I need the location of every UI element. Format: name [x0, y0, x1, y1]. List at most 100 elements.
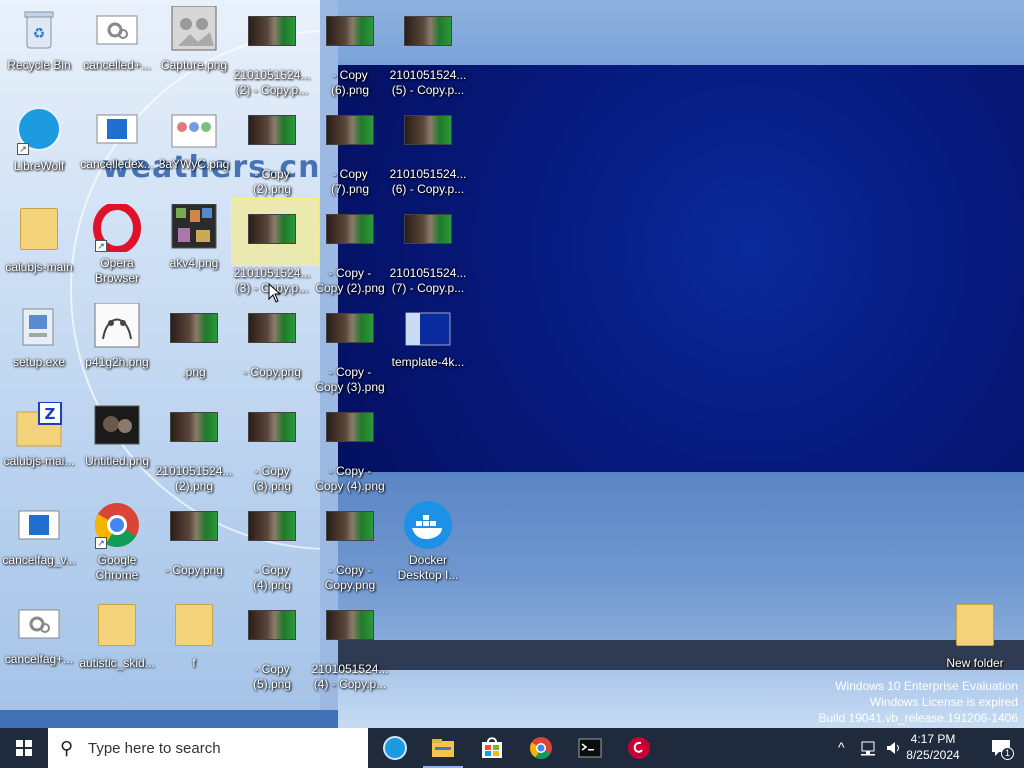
- image-thumbnail-icon: [248, 511, 296, 559]
- icon-label: cancelledex...: [80, 157, 154, 171]
- image-thumbnail-icon: [404, 16, 452, 64]
- desktop-icon-image[interactable]: - Copy.png: [233, 303, 311, 380]
- desktop-icon-recycle-bin[interactable]: ♻ Recycle Bin: [0, 6, 78, 73]
- icon-label: setup.exe: [12, 355, 66, 369]
- desktop-icon-image[interactable]: 8aYWyC.png: [155, 105, 233, 172]
- icon-label: - Copy.png: [243, 365, 301, 379]
- debian-icon: [628, 737, 650, 759]
- desktop-icon-image[interactable]: - Copy - Copy (2).png: [311, 204, 389, 296]
- desktop-icon-file[interactable]: cancelledex...: [78, 105, 156, 172]
- desktop-icon-docker[interactable]: Docker Desktop I...: [389, 501, 467, 583]
- desktop-icon-image[interactable]: akv4.png: [155, 203, 233, 271]
- watermark-line-license: Windows License is expired: [869, 695, 1018, 709]
- desktop-icon-image[interactable]: - Copy.png: [155, 501, 233, 578]
- icon-label: f: [192, 656, 196, 670]
- window-file-icon: [93, 105, 141, 153]
- icon-label: - Copy - Copy (3).png: [315, 365, 385, 394]
- icon-label: Recycle Bin: [7, 58, 71, 72]
- desktop-icon-file[interactable]: cancelled+...: [78, 6, 156, 73]
- desktop-icon-file[interactable]: cancelfag_v...: [0, 501, 78, 568]
- desktop-icon-image[interactable]: - Copy - Copy.png: [311, 501, 389, 593]
- image-thumbnail-icon: [248, 16, 296, 64]
- desktop-icon-image[interactable]: - Copy (3).png: [233, 402, 311, 494]
- icon-label: - Copy - Copy (4).png: [315, 464, 385, 493]
- desktop-icon-setup-exe[interactable]: setup.exe: [0, 303, 78, 370]
- icon-label: calubjs-main: [5, 260, 73, 274]
- image-thumbnail-icon: [326, 16, 374, 64]
- taskbar-app-chrome[interactable]: [517, 728, 565, 768]
- chrome-icon: [530, 737, 552, 759]
- icon-label: 2101051524... (7) - Copy.p...: [389, 266, 467, 295]
- icon-label: calubjs-mai...: [3, 454, 75, 468]
- image-thumbnail-icon: [248, 115, 296, 163]
- desktop-icon-image[interactable]: - Copy (4).png: [233, 501, 311, 593]
- desktop-icon-librewolf[interactable]: ↗ LibreWolf: [0, 105, 78, 174]
- desktop-icon-image[interactable]: p41g2h.png: [78, 302, 156, 370]
- icon-label: 8aYWyC.png: [158, 157, 230, 171]
- desktop-icon-image[interactable]: 2101051524... (2).png: [155, 402, 233, 494]
- desktop-icon-image[interactable]: Untitled.png: [78, 402, 156, 469]
- desktop-icon-image[interactable]: - Copy (7).png: [311, 105, 389, 197]
- desktop-icon-image[interactable]: - Copy (6).png: [311, 6, 389, 98]
- desktop-icon-image[interactable]: 2101051524... (6) - Copy.p...: [389, 105, 467, 197]
- desktop-icon-image[interactable]: - Copy - Copy (4).png: [311, 402, 389, 494]
- taskbar-app-debian[interactable]: [615, 728, 663, 768]
- desktop-icon-chrome[interactable]: ↗ Google Chrome: [78, 501, 156, 583]
- desktop-icon-image[interactable]: .png: [155, 303, 233, 380]
- icon-label: - Copy (6).png: [330, 68, 370, 97]
- search-icon: ⚲: [60, 738, 74, 758]
- image-thumbnail-icon: [404, 115, 452, 163]
- image-thumbnail-icon: [93, 402, 141, 450]
- icon-label: 2101051524... (5) - Copy.p...: [389, 68, 467, 97]
- clock-time: 4:17 PM: [910, 732, 956, 746]
- desktop-icon-image[interactable]: 2101051524... (2) - Copy.p...: [233, 6, 311, 98]
- librewolf-icon: ↗: [15, 107, 63, 155]
- image-thumbnail-icon: [326, 115, 374, 163]
- desktop-icon-image[interactable]: 2101051524... (5) - Copy.p...: [389, 6, 467, 98]
- icon-label: akv4.png: [169, 256, 219, 270]
- image-thumbnail-icon: [326, 313, 374, 361]
- image-thumbnail-icon: [404, 214, 452, 262]
- desktop-icon-image[interactable]: - Copy - Copy (3).png: [311, 303, 389, 395]
- start-button[interactable]: [0, 728, 48, 768]
- desktop-icon-folder[interactable]: calubjs-main: [0, 204, 78, 275]
- action-center-button[interactable]: 1: [990, 737, 1014, 760]
- taskbar-app-librewolf[interactable]: [371, 728, 419, 768]
- taskbar-app-terminal[interactable]: [566, 728, 614, 768]
- icon-label: New folder: [946, 656, 1004, 670]
- icon-label: Google Chrome: [95, 553, 139, 582]
- network-icon[interactable]: [860, 740, 878, 756]
- shortcut-arrow-icon: ↗: [95, 537, 107, 549]
- taskbar-app-store[interactable]: [468, 728, 516, 768]
- desktop-icon-image[interactable]: template-4k...: [389, 303, 467, 370]
- desktop-icon-image[interactable]: - Copy (2).png: [233, 105, 311, 197]
- desktop-icon-folder[interactable]: f: [155, 600, 233, 671]
- icon-label: - Copy (7).png: [330, 167, 370, 196]
- desktop-icon-image[interactable]: Capture.png: [155, 5, 233, 73]
- image-thumbnail-icon: [170, 412, 218, 460]
- icon-label: 2101051524... (2).png: [155, 464, 233, 493]
- image-thumbnail-icon: [326, 412, 374, 460]
- librewolf-icon: [383, 736, 407, 760]
- desktop-icon-new-folder[interactable]: New folder: [936, 600, 1014, 671]
- desktop-icon-zip-folder[interactable]: Z calubjs-mai...: [0, 401, 78, 469]
- desktop-icon-folder[interactable]: autistic_skid...: [78, 600, 156, 671]
- desktop-icon-image[interactable]: 2101051524... (4) - Copy.p...: [311, 600, 389, 692]
- image-thumbnail-icon: [170, 511, 218, 559]
- image-thumbnail-icon: [170, 105, 218, 153]
- chevron-up-icon[interactable]: ^: [838, 739, 845, 755]
- desktop-icon-image[interactable]: - Copy (5).png: [233, 600, 311, 692]
- desktop-icon-image[interactable]: 2101051524... (7) - Copy.p...: [389, 204, 467, 296]
- taskbar-search-box[interactable]: ⚲ Type here to search: [48, 728, 368, 768]
- wallpaper-dark-strip: [338, 640, 1024, 670]
- windows-logo-icon: [16, 740, 32, 756]
- icon-label: LibreWolf: [13, 159, 65, 173]
- taskbar-app-file-explorer[interactable]: [419, 728, 467, 768]
- icon-label: Untitled.png: [84, 454, 150, 468]
- desktop-icon-opera[interactable]: ↗ Opera Browser: [78, 202, 156, 286]
- desktop-icon-file[interactable]: cancelfag+...: [0, 600, 78, 667]
- svg-text:♻: ♻: [33, 26, 46, 42]
- taskbar-clock[interactable]: 4:17 PM 8/25/2024: [898, 731, 968, 763]
- settings-file-icon: [93, 6, 141, 54]
- icon-label: 2101051524... (6) - Copy.p...: [389, 167, 467, 196]
